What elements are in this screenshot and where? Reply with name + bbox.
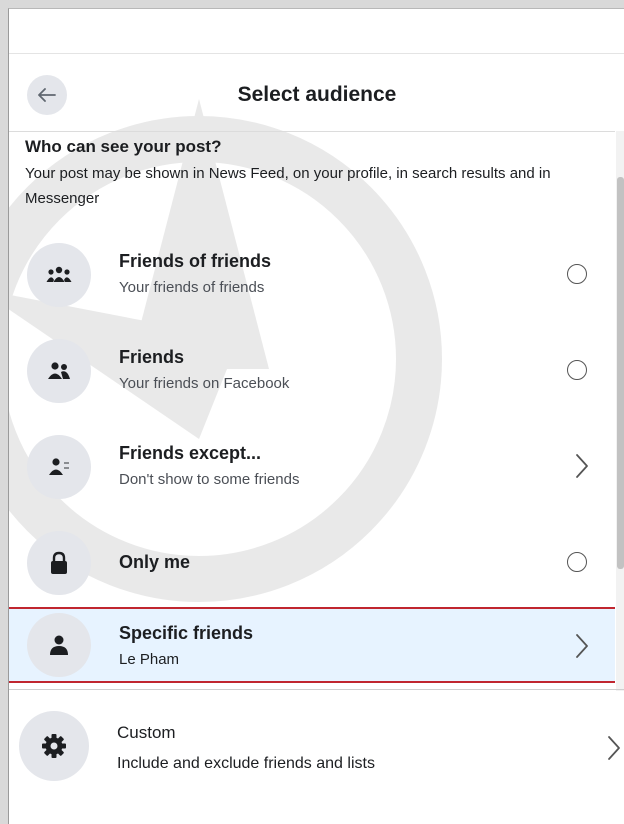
chevron-right-icon[interactable] bbox=[575, 453, 589, 479]
option-friends-of-friends[interactable]: Friends of friends Your friends of frien… bbox=[9, 231, 615, 319]
audience-dialog: Select audience Who can see your post? Y… bbox=[8, 8, 624, 824]
chevron-right-icon[interactable] bbox=[575, 633, 589, 659]
person-icon bbox=[27, 613, 91, 677]
option-label: Only me bbox=[119, 552, 191, 572]
divider bbox=[9, 689, 624, 690]
option-label: Friends bbox=[119, 347, 185, 367]
option-label: Specific friends bbox=[119, 623, 254, 643]
option-description: Your friends of friends bbox=[119, 279, 265, 296]
radio-button[interactable] bbox=[567, 360, 587, 380]
scrollbar-thumb[interactable] bbox=[617, 177, 624, 569]
dialog-header: Select audience bbox=[9, 57, 624, 129]
lock-icon bbox=[27, 531, 91, 595]
option-specific-friends[interactable]: Specific friends Le Pham bbox=[9, 607, 615, 683]
friends-icon bbox=[27, 339, 91, 403]
dialog-title: Select audience bbox=[237, 83, 397, 106]
intro-section: Who can see your post? Your post may be … bbox=[25, 137, 605, 211]
option-description: Your friends on Facebook bbox=[119, 375, 290, 392]
intro-heading: Who can see your post? bbox=[25, 137, 222, 156]
friends-except-icon bbox=[27, 435, 91, 499]
option-friends[interactable]: Friends Your friends on Facebook bbox=[9, 327, 615, 415]
option-label: Custom bbox=[117, 723, 176, 742]
option-description: Don't show to some friends bbox=[119, 471, 300, 488]
chevron-right-icon[interactable] bbox=[607, 735, 621, 761]
option-only-me[interactable]: Only me bbox=[9, 519, 615, 607]
radio-button[interactable] bbox=[567, 552, 587, 572]
option-custom[interactable]: Custom Include and exclude friends and l… bbox=[9, 693, 624, 803]
option-label: Friends except... bbox=[119, 443, 262, 463]
option-friends-except[interactable]: Friends except... Don't show to some fri… bbox=[9, 423, 615, 511]
option-description: Le Pham bbox=[119, 651, 180, 668]
option-label: Friends of friends bbox=[119, 251, 272, 271]
radio-button[interactable] bbox=[567, 264, 587, 284]
option-description: Include and exclude friends and lists bbox=[117, 755, 375, 772]
gear-icon bbox=[19, 711, 89, 781]
friends-of-friends-icon bbox=[27, 243, 91, 307]
intro-description: Your post may be shown in News Feed, on … bbox=[25, 165, 551, 207]
top-strip bbox=[9, 9, 624, 54]
